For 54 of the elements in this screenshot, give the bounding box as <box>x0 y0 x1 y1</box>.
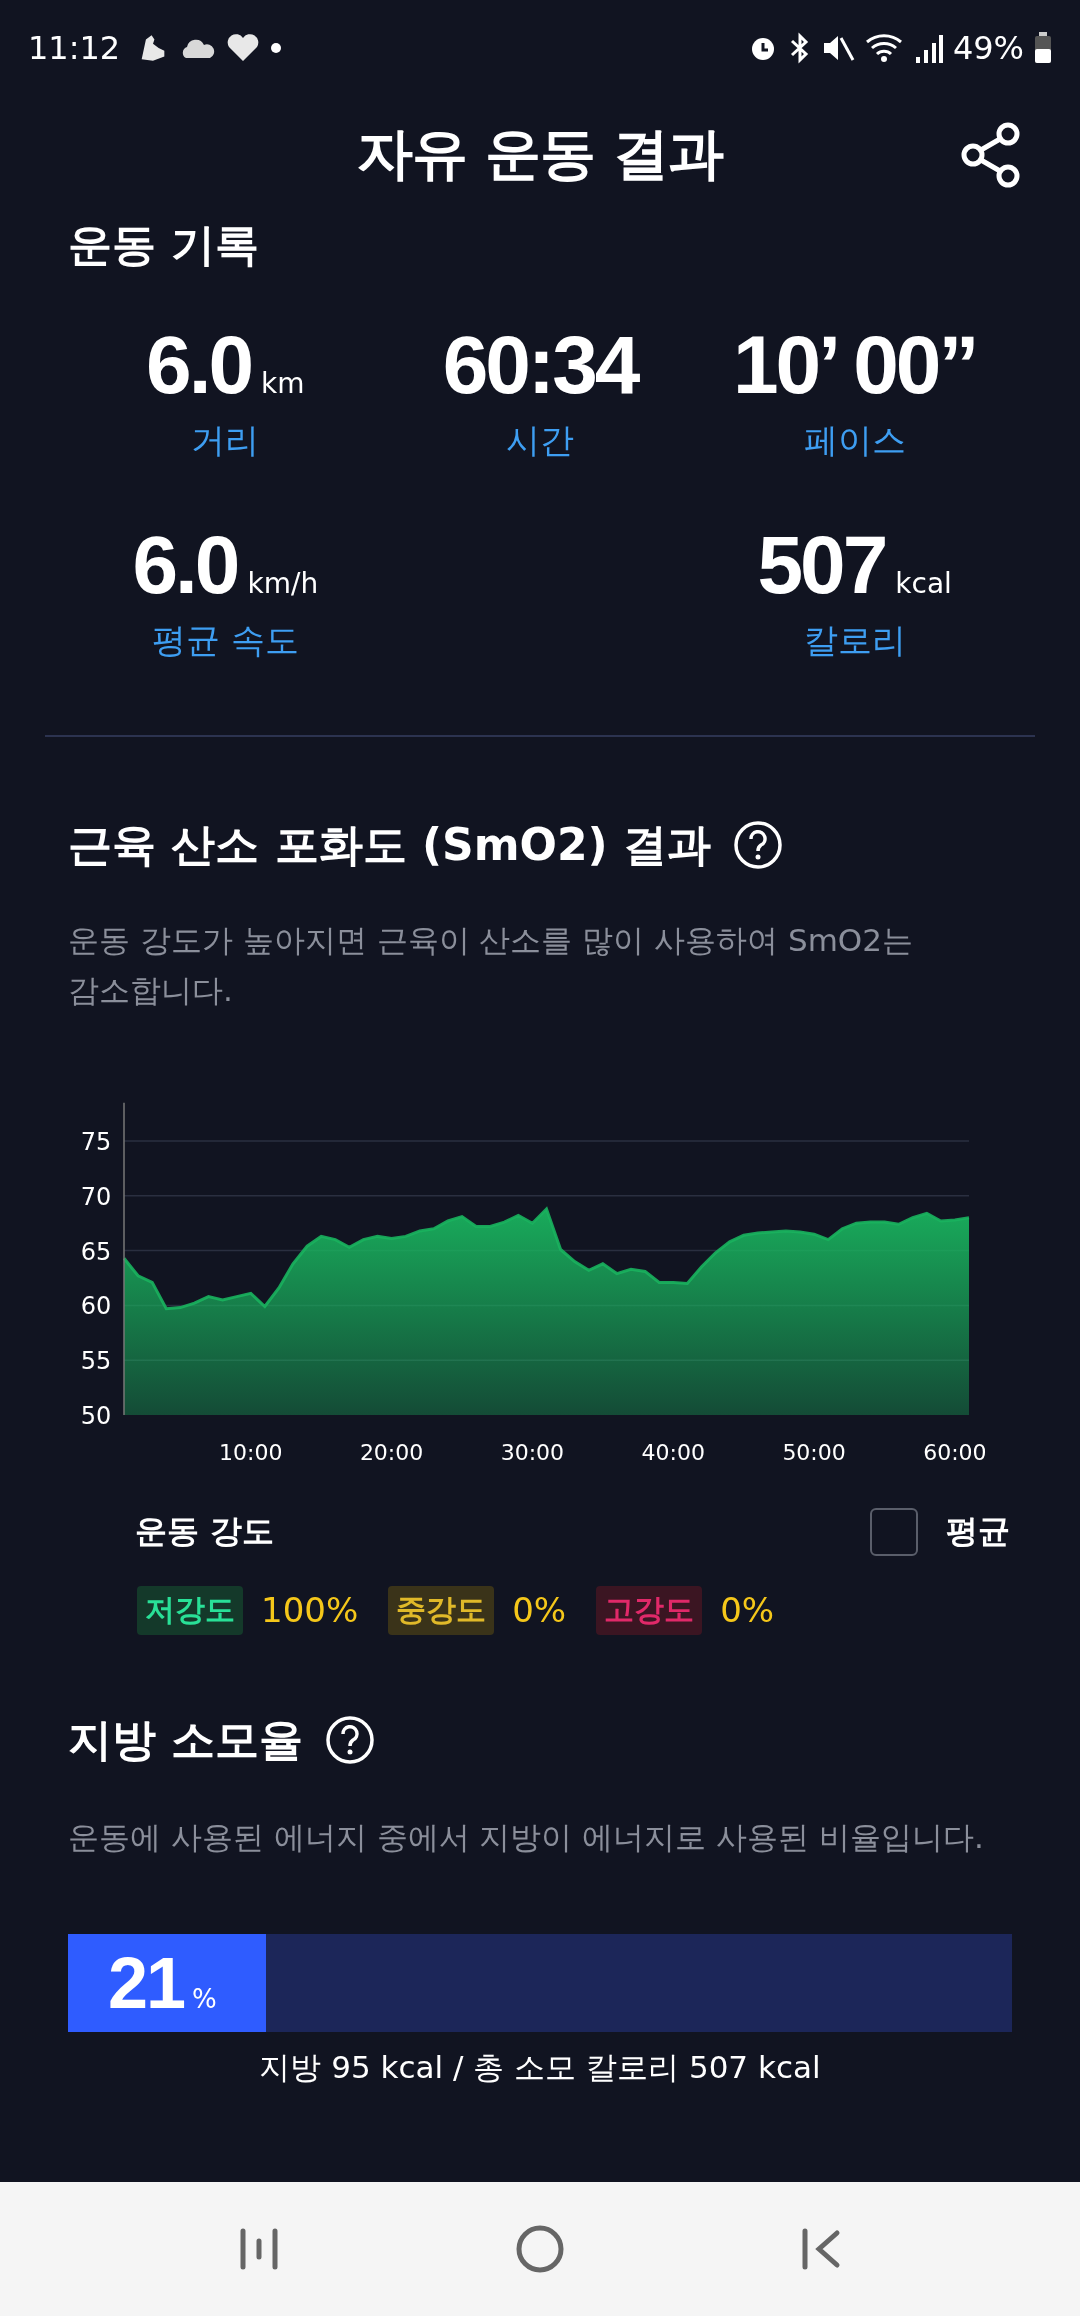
intensity-tag: 고강도 <box>596 1585 703 1635</box>
stat-value: 6.0 <box>146 320 252 410</box>
heart-icon <box>226 32 261 63</box>
share-icon[interactable] <box>960 122 1022 188</box>
stat-label: 거리 <box>191 419 260 462</box>
stat-value: 507 <box>757 520 886 610</box>
y-tick-label: 75 <box>80 1128 112 1156</box>
home-icon[interactable] <box>515 2224 565 2274</box>
fat-ratio-value: 21 <box>108 1942 185 2025</box>
y-tick-label: 50 <box>80 1402 112 1430</box>
dot-icon <box>270 41 283 54</box>
intensity-percent: 0% <box>720 1590 775 1630</box>
bluetooth-icon <box>788 31 811 64</box>
legend-title: 운동 강도 <box>135 1511 275 1552</box>
stat-value: 6.0 <box>132 520 238 610</box>
intensity-percent: 0% <box>512 1590 567 1630</box>
x-tick-label: 40:00 <box>641 1440 705 1465</box>
page-title: 자유 운동 결과 <box>356 120 724 188</box>
section-title: 근육 산소 포화도 (SmO2) 결과 <box>68 817 712 872</box>
x-tick-label: 20:00 <box>359 1440 424 1465</box>
x-tick-label: 50:00 <box>782 1440 846 1465</box>
average-label: 평균 <box>946 1511 1010 1552</box>
fat-ratio-unit: % <box>192 1984 217 2014</box>
intensity-tag: 저강도 <box>137 1585 243 1635</box>
stat-label: 칼로리 <box>803 619 906 662</box>
y-tick-label: 70 <box>80 1182 112 1211</box>
y-tick-label: 55 <box>80 1347 112 1376</box>
section-description: 운동에 사용된 에너지 중에서 지방이 에너지로 사용된 비율입니다. <box>67 1818 985 1857</box>
section-title: 지방 소모율 <box>68 1712 304 1767</box>
x-tick-label: 60:00 <box>923 1440 987 1465</box>
help-icon[interactable] <box>325 1715 376 1765</box>
section-description: 운동 강도가 높아지면 근육이 산소를 많이 사용하여 SmO2는 감소합니다. <box>67 921 914 1010</box>
y-tick-label: 60 <box>80 1292 112 1321</box>
stat-unit: km/h <box>247 567 319 600</box>
stat-label: 페이스 <box>803 419 906 462</box>
help-icon[interactable] <box>733 820 784 870</box>
section-title: 운동 기록 <box>67 218 261 272</box>
signal-icon <box>914 32 943 63</box>
stat-value: 10’ 00” <box>732 320 977 410</box>
stat-label: 시간 <box>506 419 574 462</box>
stat-label: 평균 속도 <box>151 619 299 662</box>
x-tick-label: 30:00 <box>500 1440 565 1465</box>
intensity-tag: 중강도 <box>388 1585 495 1635</box>
battery-percent: 49% <box>952 28 1024 67</box>
stat-value: 60:34 <box>442 320 638 410</box>
x-tick-label: 10:00 <box>219 1440 283 1465</box>
fat-calorie-caption: 지방 95 kcal / 총 소모 칼로리 507 kcal <box>258 2048 822 2087</box>
average-checkbox[interactable] <box>870 1508 918 1556</box>
intensity-percent: 100% <box>261 1590 359 1630</box>
stat-unit: kcal <box>895 567 952 600</box>
status-time: 11:12 <box>28 28 121 67</box>
battery-icon <box>1034 31 1052 64</box>
y-tick-label: 65 <box>80 1237 112 1266</box>
stat-unit: km <box>261 367 305 400</box>
